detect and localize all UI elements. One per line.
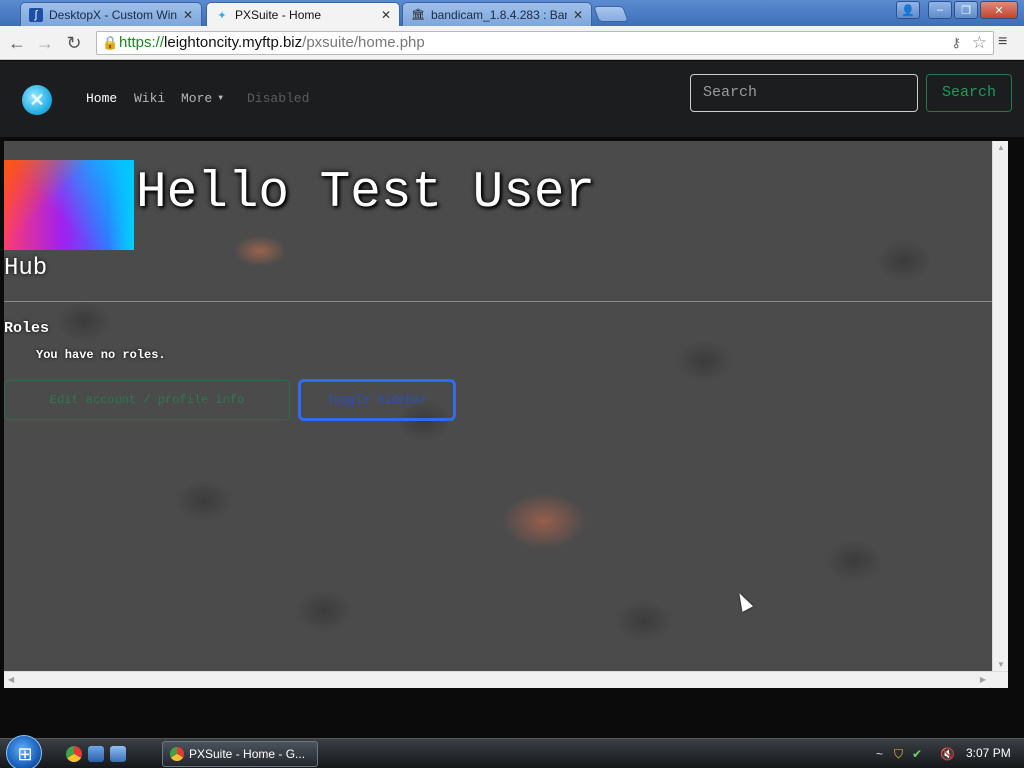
pxsuite-favicon: ✦ bbox=[217, 9, 227, 22]
edit-account-button[interactable]: Edit account / profile info bbox=[4, 380, 290, 420]
horizontal-scrollbar[interactable]: ◀ ▶ bbox=[4, 671, 1008, 688]
close-window-button[interactable]: ✕ bbox=[980, 1, 1018, 19]
roles-heading: Roles bbox=[4, 320, 50, 337]
scroll-right-icon[interactable]: ▶ bbox=[980, 675, 986, 684]
scroll-down-icon[interactable]: ▼ bbox=[993, 660, 1009, 669]
chrome-icon bbox=[170, 747, 184, 761]
url-host: leightoncity.myftp.biz bbox=[164, 34, 303, 51]
archive-icon: 🏛 bbox=[411, 9, 425, 21]
scroll-left-icon[interactable]: ◀ bbox=[8, 675, 14, 684]
roles-message: You have no roles. bbox=[36, 348, 166, 362]
scroll-up-icon[interactable]: ▲ bbox=[993, 143, 1009, 152]
tab-pxsuite[interactable]: ✦ PXSuite - Home ✕ bbox=[206, 2, 400, 27]
url-protocol: https:// bbox=[119, 34, 165, 51]
browser-titlebar: ʃ DesktopX - Custom Wind ✕ ✦ PXSuite - H… bbox=[0, 0, 1024, 27]
switch-windows-icon[interactable] bbox=[110, 746, 126, 762]
tab-desktopx[interactable]: ʃ DesktopX - Custom Wind ✕ bbox=[20, 2, 202, 26]
nav-home[interactable]: Home bbox=[86, 91, 117, 106]
star-icon[interactable]: ☆ bbox=[972, 32, 987, 54]
user-icon[interactable]: 👤 bbox=[896, 1, 920, 19]
toggle-sidebar-button[interactable]: Toggle Sidebar bbox=[298, 379, 456, 421]
tab-label: PXSuite - Home bbox=[235, 8, 322, 22]
key-icon[interactable]: ⚷ bbox=[951, 32, 961, 54]
volume-muted-icon[interactable]: 🔇 bbox=[940, 747, 955, 761]
new-tab-button[interactable] bbox=[593, 6, 629, 22]
reload-icon[interactable]: ↻ bbox=[63, 32, 85, 54]
clock[interactable]: 3:07 PM bbox=[966, 746, 1011, 760]
tab-label: DesktopX - Custom Wind bbox=[49, 7, 177, 22]
site-navbar: Home Wiki More ▼ Disabled Search Search bbox=[0, 61, 1024, 137]
taskbar: PXSuite - Home - G... ~ ⛉ ✔ 🔇 3:07 PM bbox=[0, 735, 1024, 768]
close-icon[interactable]: ✕ bbox=[381, 8, 391, 22]
tray-arrow-icon[interactable]: ~ bbox=[876, 747, 883, 761]
search-input[interactable]: Search bbox=[690, 74, 918, 112]
restore-button[interactable]: ❐ bbox=[954, 1, 978, 19]
network-icon[interactable]: ✔ bbox=[912, 747, 922, 761]
url-path: /pxsuite/home.php bbox=[302, 34, 425, 51]
close-icon[interactable]: ✕ bbox=[573, 8, 583, 22]
address-bar[interactable]: 🔒 https://leightoncity.myftp.biz/pxsuite… bbox=[96, 31, 994, 55]
browser-toolbar: ← → ↻ 🔒 https://leightoncity.myftp.biz/p… bbox=[0, 26, 1024, 60]
tab-label: bandicam_1.8.4.283 : Band bbox=[431, 7, 567, 22]
nav-more-label: More bbox=[181, 91, 213, 106]
nav-disabled: Disabled bbox=[247, 91, 310, 106]
page-title: Hello Test User bbox=[136, 165, 596, 222]
taskbar-item-label: PXSuite - Home - G... bbox=[189, 747, 306, 761]
profile-banner-image bbox=[4, 160, 134, 250]
forward-arrow-icon[interactable]: → bbox=[34, 32, 56, 54]
main-content: Hello Test User Hub Roles You have no ro… bbox=[4, 141, 992, 671]
desktopx-icon: ʃ bbox=[29, 7, 43, 22]
start-button[interactable] bbox=[6, 735, 43, 768]
taskbar-item-pxsuite[interactable]: PXSuite - Home - G... bbox=[162, 741, 318, 767]
show-desktop-icon[interactable] bbox=[88, 746, 104, 762]
tab-bandicam[interactable]: 🏛 bandicam_1.8.4.283 : Band ✕ bbox=[402, 2, 592, 26]
divider bbox=[4, 301, 992, 302]
chrome-icon[interactable] bbox=[66, 746, 82, 762]
back-arrow-icon[interactable]: ← bbox=[6, 32, 28, 54]
nav-wiki[interactable]: Wiki bbox=[134, 91, 165, 106]
minimize-button[interactable]: – bbox=[928, 1, 952, 19]
pxsuite-logo-icon[interactable] bbox=[22, 85, 52, 115]
menu-icon[interactable]: ≡ bbox=[998, 34, 1014, 50]
section-heading-hub: Hub bbox=[4, 255, 48, 282]
vertical-scrollbar[interactable]: ▲ ▼ bbox=[992, 141, 1008, 671]
lock-icon: 🔒 bbox=[102, 35, 119, 50]
caret-down-icon: ▼ bbox=[218, 94, 224, 103]
search-button[interactable]: Search bbox=[926, 74, 1012, 112]
nav-more-dropdown[interactable]: More ▼ bbox=[181, 91, 223, 106]
close-icon[interactable]: ✕ bbox=[183, 8, 193, 22]
shield-icon[interactable]: ⛉ bbox=[894, 747, 903, 762]
